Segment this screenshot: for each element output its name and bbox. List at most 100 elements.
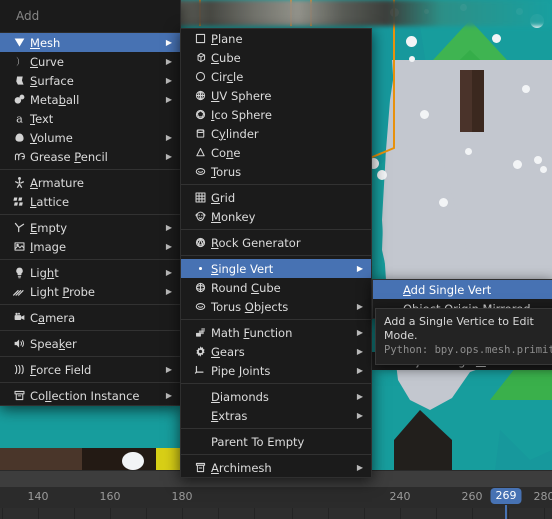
- round-cube-icon: [189, 281, 211, 294]
- menu-item-label: Plane: [211, 31, 243, 46]
- menu-item-round-cube[interactable]: Round Cube: [181, 278, 371, 297]
- menu-separator: [181, 184, 371, 185]
- timeline-tick-label: 180: [171, 490, 193, 503]
- menu-item-circle[interactable]: Circle: [181, 67, 371, 86]
- menu-item-label: Ico Sphere: [211, 107, 272, 122]
- menu-item-uv-sphere[interactable]: UV Sphere: [181, 86, 371, 105]
- menu-item-gears[interactable]: Gears ▶: [181, 342, 371, 361]
- grid-icon: [189, 191, 211, 204]
- timeline-tick: [508, 508, 509, 519]
- menu-item-rock-generator[interactable]: Rock Generator: [181, 233, 371, 252]
- menu-item-surface[interactable]: Surface ▶: [0, 71, 180, 90]
- menu-separator: [181, 319, 371, 320]
- menu-item-cube[interactable]: Cube: [181, 48, 371, 67]
- timeline-scale[interactable]: 140 160 180 240 260 280: [0, 487, 552, 509]
- light-probe-icon: [8, 285, 30, 298]
- menu-item-image[interactable]: Image ▶: [0, 237, 180, 256]
- image-icon: [8, 240, 30, 253]
- cone-icon: [189, 146, 211, 159]
- monkey-icon: [189, 210, 211, 223]
- current-frame-indicator[interactable]: 269: [490, 488, 522, 504]
- text-a-icon: a: [8, 112, 30, 125]
- menu-item-metaball[interactable]: Metaball ▶: [0, 90, 180, 109]
- menu-item-plane[interactable]: Plane: [181, 29, 371, 48]
- snowflake: [122, 452, 144, 470]
- mesh-triangle-icon: [8, 36, 30, 49]
- surface-icon: [8, 74, 30, 87]
- circle-icon: [189, 70, 211, 83]
- menu-item-monkey[interactable]: Monkey: [181, 207, 371, 226]
- menu-separator: [181, 229, 371, 230]
- submenu-arrow-icon: ▶: [165, 132, 172, 142]
- add-menu[interactable]: Add Mesh ▶ Curve ▶ Surface ▶ Metaball ▶ a Text Vol…: [0, 0, 181, 406]
- timeline-tick: [182, 508, 183, 519]
- single-vert-icon: [189, 262, 211, 275]
- menu-item-light[interactable]: Light ▶: [0, 263, 180, 282]
- menu-item-armature[interactable]: Armature: [0, 173, 180, 192]
- menu-item-camera[interactable]: Camera: [0, 308, 180, 327]
- menu-separator: [181, 428, 371, 429]
- menu-item-label: Extras: [211, 408, 248, 423]
- menu-item-volume[interactable]: Volume ▶: [0, 128, 180, 147]
- menu-item-label: Cylinder: [211, 126, 259, 141]
- submenu-arrow-icon: ▶: [165, 222, 172, 232]
- submenu-arrow-icon: ▶: [165, 151, 172, 161]
- menu-separator: [0, 214, 180, 215]
- menu-item-diamonds[interactable]: Diamonds ▶: [181, 387, 371, 406]
- collection-icon: [8, 389, 30, 402]
- uv-sphere-icon: [189, 89, 211, 102]
- submenu-arrow-icon: ▶: [356, 391, 363, 401]
- menu-item-add-single-vert[interactable]: Add Single Vert: [373, 280, 552, 299]
- speaker-icon: [8, 337, 30, 350]
- menu-item-label: Circle: [211, 69, 244, 84]
- menu-item-math-function[interactable]: Math Function ▶: [181, 323, 371, 342]
- timeline-tick: [400, 508, 401, 519]
- menu-item-lattice[interactable]: Lattice: [0, 192, 180, 211]
- menu-item-label: Text: [30, 111, 54, 126]
- menu-item-label: Collection Instance: [30, 388, 140, 403]
- menu-item-grid[interactable]: Grid: [181, 188, 371, 207]
- menu-separator: [0, 356, 180, 357]
- timeline-body[interactable]: [0, 508, 552, 519]
- menu-item-torus[interactable]: Torus: [181, 162, 371, 181]
- menu-item-mesh[interactable]: Mesh ▶: [0, 33, 180, 52]
- timeline-editor[interactable]: 140 160 180 240 260 280 269: [0, 487, 552, 519]
- mesh-submenu[interactable]: Plane Cube Circle UV Sphere Ico Sphere Cylind…: [180, 28, 372, 478]
- submenu-arrow-icon: ▶: [165, 241, 172, 251]
- menu-separator: [0, 382, 180, 383]
- menu-item-force-field[interactable]: Force Field ▶: [0, 360, 180, 379]
- submenu-arrow-icon: ▶: [165, 364, 172, 374]
- camera-icon: [8, 311, 30, 324]
- menu-item-pipe-joints[interactable]: Pipe Joints ▶: [181, 361, 371, 380]
- menu-item-collection-instance[interactable]: Collection Instance ▶: [0, 386, 180, 405]
- menu-item-archimesh[interactable]: Archimesh ▶: [181, 458, 371, 477]
- menu-item-light-probe[interactable]: Light Probe ▶: [0, 282, 180, 301]
- menu-item-label: Cone: [211, 145, 241, 160]
- menu-item-ico-sphere[interactable]: Ico Sphere: [181, 105, 371, 124]
- menu-item-curve[interactable]: Curve ▶: [0, 52, 180, 71]
- menu-item-empty[interactable]: Empty ▶: [0, 218, 180, 237]
- submenu-arrow-icon: ▶: [356, 410, 363, 420]
- timeline-tick: [544, 508, 545, 519]
- menu-item-label: Curve: [30, 54, 64, 69]
- menu-item-parent-to-empty[interactable]: Parent To Empty: [181, 432, 371, 451]
- timeline-tick: [254, 508, 255, 519]
- submenu-arrow-icon: ▶: [165, 286, 172, 296]
- menu-item-cylinder[interactable]: Cylinder: [181, 124, 371, 143]
- menu-item-text[interactable]: a Text: [0, 109, 180, 128]
- force-field-icon: [8, 363, 30, 376]
- torus-icon: [189, 165, 211, 178]
- menu-item-extras[interactable]: Extras ▶: [181, 406, 371, 425]
- menu-item-label: Diamonds: [211, 389, 269, 404]
- metaball-icon: [8, 93, 30, 106]
- menu-item-speaker[interactable]: Speaker: [0, 334, 180, 353]
- menu-item-grease-pencil[interactable]: Grease Pencil ▶: [0, 147, 180, 166]
- menu-item-cone[interactable]: Cone: [181, 143, 371, 162]
- menu-item-label: Cube: [211, 50, 241, 65]
- menu-item-label: Mesh: [30, 35, 61, 50]
- menu-separator: [181, 454, 371, 455]
- timeline-tick: [74, 508, 75, 519]
- armature-icon: [8, 176, 30, 189]
- menu-item-single-vert[interactable]: Single Vert ▶: [181, 259, 371, 278]
- menu-item-torus-objects[interactable]: Torus Objects ▶: [181, 297, 371, 316]
